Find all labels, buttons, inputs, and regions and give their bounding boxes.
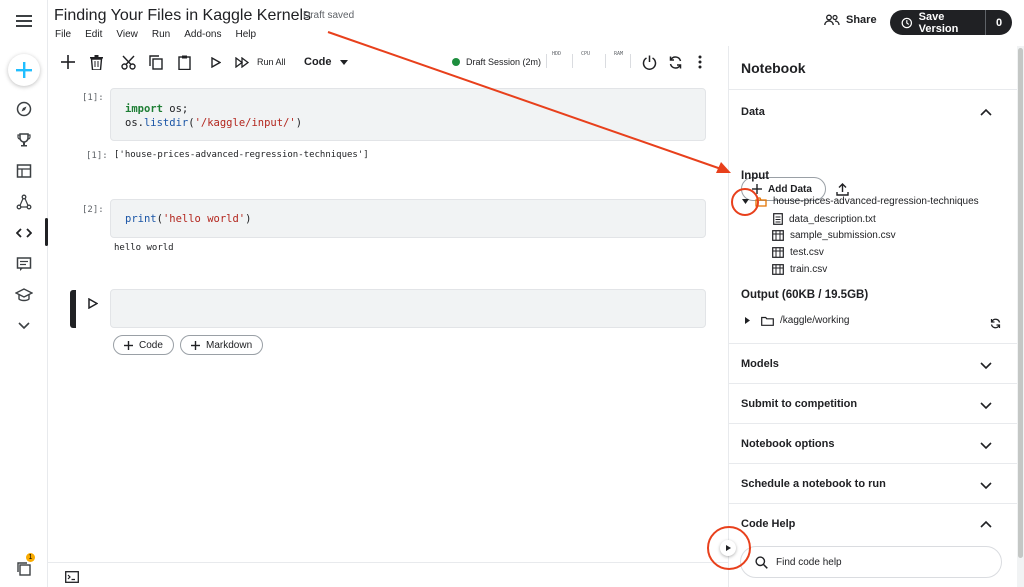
annotation-arrow-line	[327, 31, 725, 171]
kaggle-notebook-editor: 1 Finding Your Files in Kaggle Kernels D…	[0, 0, 1024, 587]
annotation-circle	[731, 188, 759, 216]
annotation-circle	[707, 526, 751, 570]
annotation-overlay	[327, 31, 731, 173]
